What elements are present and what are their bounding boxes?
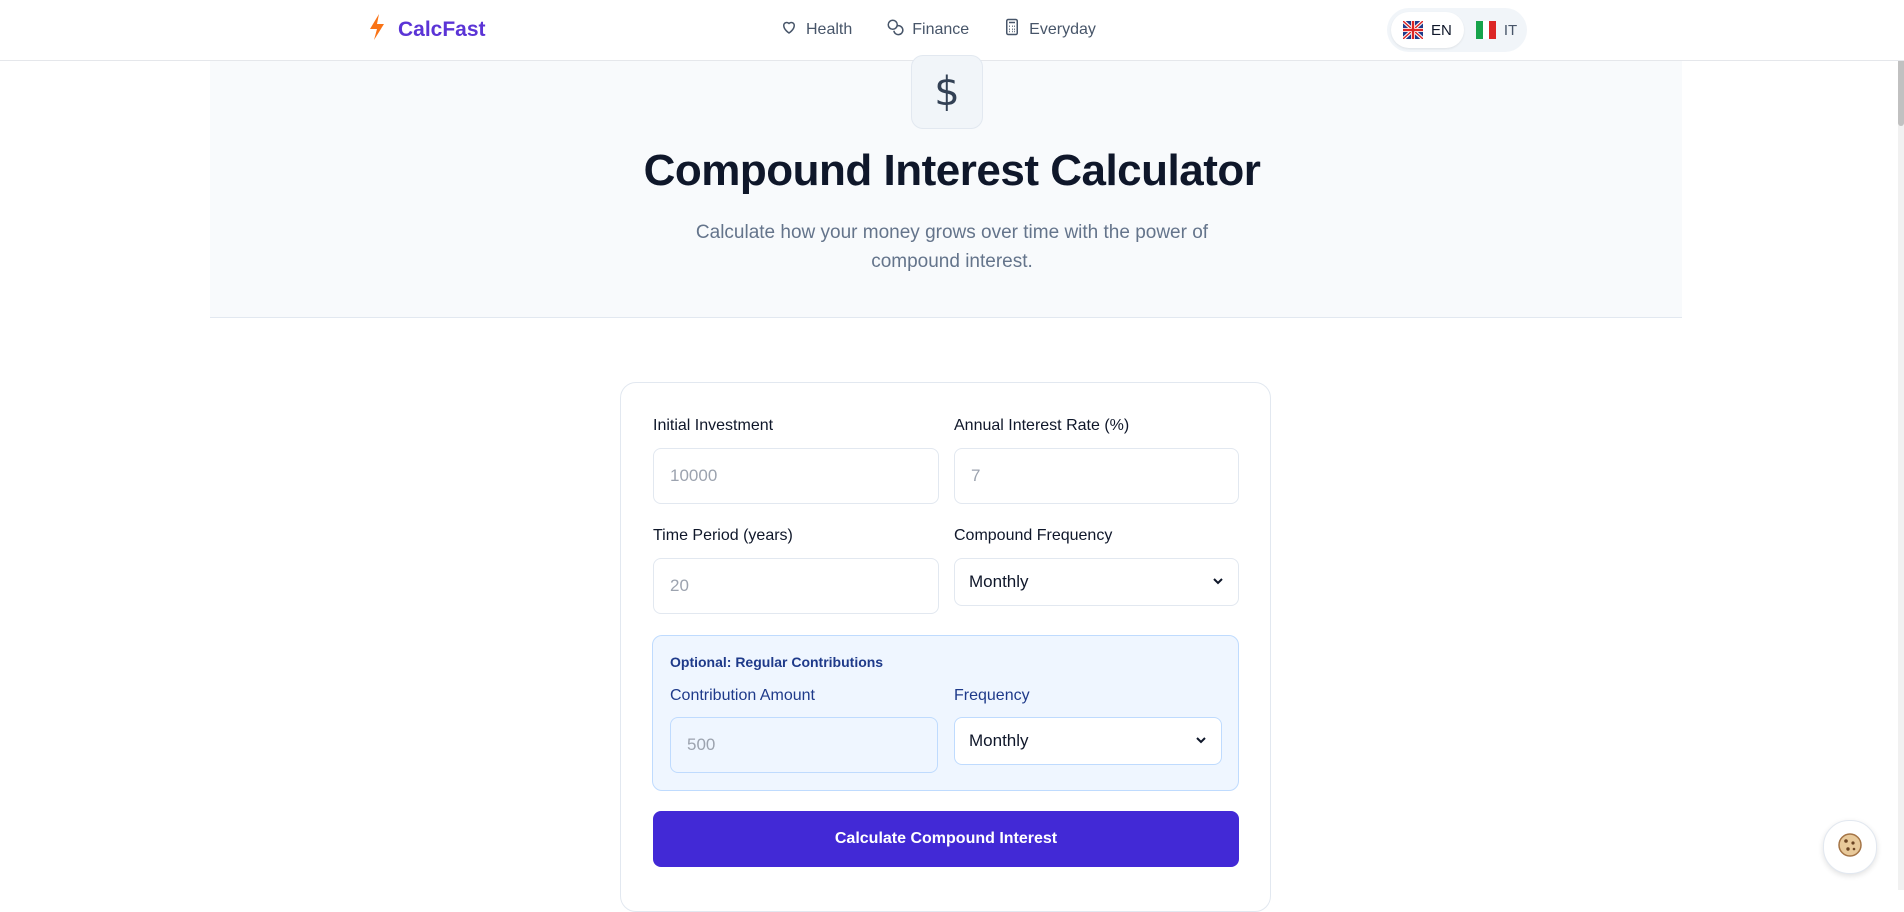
chevron-down-icon [1212, 572, 1224, 592]
nav-item-health[interactable]: Health [780, 18, 852, 41]
uk-flag-icon [1401, 19, 1425, 41]
calculator-icon [1003, 18, 1021, 41]
contribution-frequency-label: Frequency [954, 687, 1030, 704]
contribution-amount-input[interactable] [670, 717, 938, 773]
annual-rate-input[interactable] [954, 448, 1239, 504]
nav-item-finance[interactable]: Finance [886, 18, 969, 41]
heart-icon [780, 18, 798, 41]
brand-name: CalcFast [398, 17, 486, 41]
brand-logo[interactable]: CalcFast [368, 13, 486, 46]
cookie-icon [1836, 831, 1864, 864]
contribution-frequency-value: Monthly [969, 731, 1029, 750]
nav-item-label: Finance [912, 20, 970, 38]
contribution-amount-label: Contribution Amount [670, 687, 815, 704]
contribution-frequency-select[interactable]: Monthly [954, 717, 1222, 765]
page-title: Compound Interest Calculator [643, 146, 1261, 195]
language-label: EN [1431, 21, 1452, 39]
initial-investment-input[interactable] [653, 448, 939, 504]
page-scrollbar-track[interactable] [1898, 0, 1904, 890]
initial-investment-label: Initial Investment [653, 417, 774, 434]
lightning-icon [368, 13, 386, 46]
time-period-input[interactable] [653, 558, 939, 614]
compound-frequency-value: Monthly [969, 572, 1029, 591]
language-button-it[interactable]: IT [1464, 12, 1529, 48]
nav-item-label: Health [806, 20, 853, 38]
contributions-title: Optional: Regular Contributions [670, 654, 884, 670]
italy-flag-icon [1475, 21, 1496, 39]
page-subtitle: Calculate how your money grows over time… [695, 222, 1209, 272]
nav-item-label: Everyday [1029, 20, 1096, 38]
language-label: IT [1503, 21, 1518, 39]
nav-item-everyday[interactable]: Everyday [1003, 18, 1096, 41]
coins-icon [886, 18, 904, 41]
compound-frequency-select[interactable]: Monthly [954, 558, 1239, 606]
dollar-icon: $ [911, 55, 983, 129]
chevron-down-icon [1195, 731, 1207, 751]
top-navigation-bar: CalcFast Health Finance Everyday EN IT [0, 0, 1904, 61]
cookie-settings-button[interactable] [1823, 820, 1877, 874]
annual-rate-label: Annual Interest Rate (%) [954, 417, 1130, 434]
main-nav: Health Finance Everyday [780, 18, 1096, 41]
calculate-button[interactable]: Calculate Compound Interest [653, 811, 1239, 867]
language-switcher: EN IT [1387, 8, 1527, 52]
time-period-label: Time Period (years) [653, 527, 793, 544]
language-button-en[interactable]: EN [1391, 12, 1464, 48]
compound-frequency-label: Compound Frequency [954, 527, 1113, 544]
